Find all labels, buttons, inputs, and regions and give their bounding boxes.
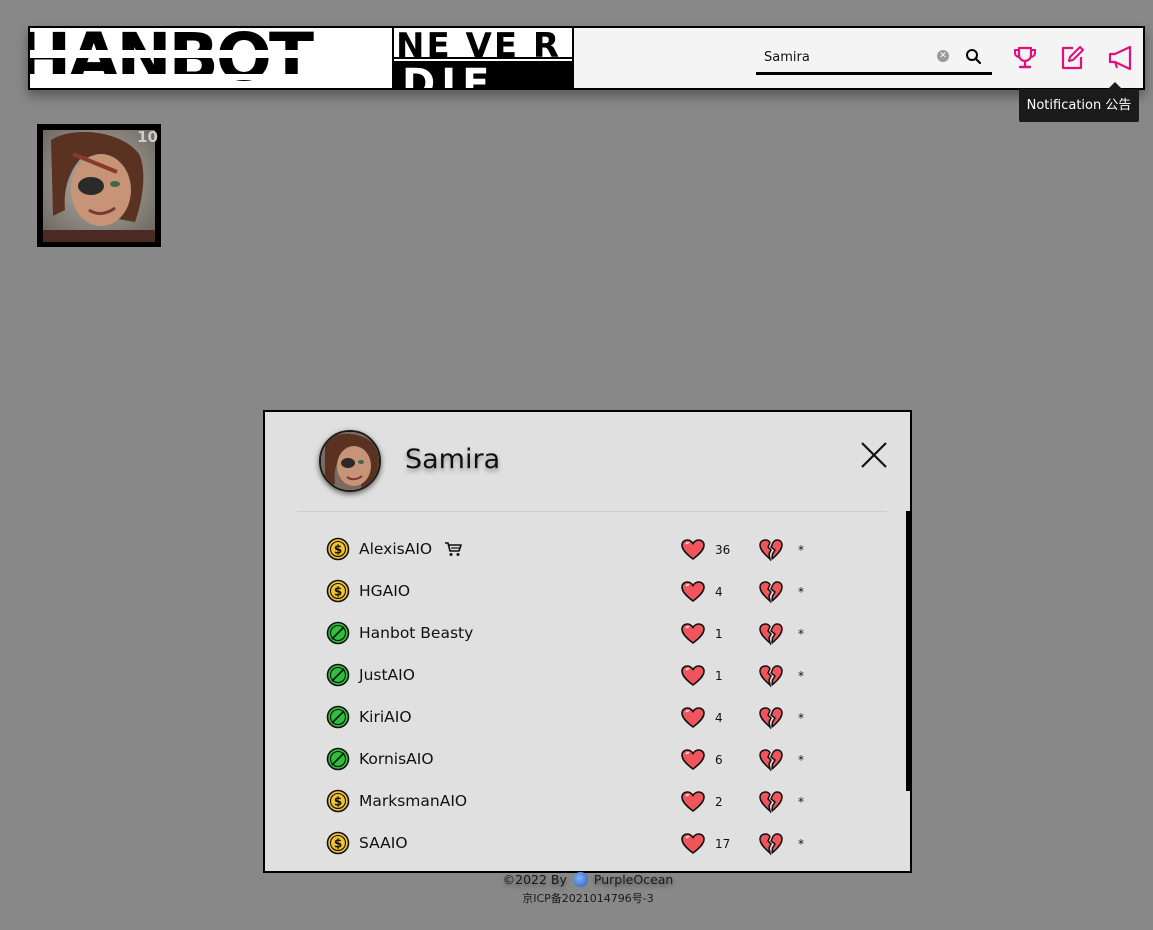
modal-scrollbar[interactable]	[906, 511, 911, 791]
free-coin-icon	[326, 747, 350, 771]
list-item[interactable]: $ AlexisAIO 36 *	[265, 529, 905, 571]
search-input[interactable]	[764, 46, 932, 68]
svg-text:$: $	[334, 543, 342, 557]
footer-icp[interactable]: 京ICP备2021014796号-3	[0, 891, 1153, 907]
footer-author[interactable]: PurpleOcean	[594, 872, 673, 887]
heart-icon[interactable]	[681, 833, 705, 854]
script-list: $ AlexisAIO 36 * $ HGAIO 4 * Hanbot Beasty 1 * Just…	[265, 529, 905, 865]
clear-icon[interactable]: ✕	[937, 50, 949, 62]
champion-modal: Samira $ AlexisAIO 36 * $ HGAIO 4 * Hanbot Beast…	[263, 410, 912, 873]
script-name[interactable]: KiriAIO	[359, 706, 412, 728]
edit-icon[interactable]	[1057, 43, 1087, 73]
free-coin-icon	[326, 663, 350, 687]
svg-text:$: $	[334, 585, 342, 599]
broken-heart-icon[interactable]	[758, 538, 784, 562]
paid-coin-icon: $	[326, 537, 350, 561]
like-count: 2	[715, 795, 723, 809]
broken-heart-icon[interactable]	[758, 622, 784, 646]
script-name[interactable]: KornisAIO	[359, 748, 434, 770]
like-count: 4	[715, 711, 723, 725]
paid-coin-icon: $	[326, 579, 350, 603]
search-icon[interactable]	[964, 47, 984, 67]
list-item[interactable]: $ HGAIO 4 *	[265, 571, 905, 613]
globe-icon	[572, 872, 588, 887]
logo-die-text: DIE	[402, 61, 496, 88]
heart-icon[interactable]	[681, 623, 705, 644]
broken-heart-icon[interactable]	[758, 664, 784, 688]
heart-icon[interactable]	[681, 791, 705, 812]
trophy-icon[interactable]	[1010, 43, 1040, 73]
dislike-count: *	[798, 795, 804, 809]
champion-tile-samira[interactable]: 10	[37, 124, 161, 247]
like-count: 4	[715, 585, 723, 599]
like-count: 17	[715, 837, 731, 851]
cart-icon[interactable]	[444, 541, 462, 557]
heart-icon[interactable]	[681, 539, 705, 560]
free-coin-icon	[326, 705, 350, 729]
champion-count-badge: 10	[137, 128, 158, 146]
paid-coin-icon: $	[326, 789, 350, 813]
modal-title: Samira	[405, 444, 501, 475]
dislike-count: *	[798, 837, 804, 851]
script-name[interactable]: HGAIO	[359, 580, 410, 602]
broken-heart-icon[interactable]	[758, 706, 784, 730]
broken-heart-icon[interactable]	[758, 580, 784, 604]
list-item[interactable]: KiriAIO 4 *	[265, 697, 905, 739]
dislike-count: *	[798, 627, 804, 641]
paid-coin-icon: $	[326, 831, 350, 855]
list-item[interactable]: Hanbot Beasty 1 *	[265, 613, 905, 655]
script-name[interactable]: MarksmanAIO	[359, 790, 467, 812]
list-item[interactable]: $ SAAIO 17 *	[265, 823, 905, 865]
close-icon[interactable]	[859, 440, 889, 470]
dislike-count: *	[798, 711, 804, 725]
script-name[interactable]: AlexisAIO	[359, 538, 432, 560]
megaphone-icon[interactable]	[1105, 43, 1135, 73]
footer-copyright: ©2022 By PurpleOcean	[502, 872, 674, 887]
svg-text:$: $	[334, 837, 342, 851]
modal-divider	[297, 511, 887, 512]
logo-never-text: NE VE R	[394, 28, 572, 59]
like-count: 36	[715, 543, 731, 557]
top-header: HANBOT NE VE R DIE ✕	[28, 26, 1145, 90]
dislike-count: *	[798, 585, 804, 599]
dislike-count: *	[798, 543, 804, 557]
champion-avatar	[319, 430, 381, 492]
dislike-count: *	[798, 669, 804, 683]
broken-heart-icon[interactable]	[758, 748, 784, 772]
heart-icon[interactable]	[681, 581, 705, 602]
like-count: 6	[715, 753, 723, 767]
script-name[interactable]: Hanbot Beasty	[359, 622, 473, 644]
search-box: ✕	[756, 42, 992, 75]
site-logo[interactable]: HANBOT NE VE R DIE	[30, 28, 574, 88]
like-count: 1	[715, 669, 723, 683]
svg-text:$: $	[334, 795, 342, 809]
heart-icon[interactable]	[681, 707, 705, 728]
script-name[interactable]: JustAIO	[359, 664, 415, 686]
heart-icon[interactable]	[681, 665, 705, 686]
dislike-count: *	[798, 753, 804, 767]
list-item[interactable]: $ MarksmanAIO 2 *	[265, 781, 905, 823]
logo-die-block: DIE	[394, 61, 572, 88]
list-item[interactable]: KornisAIO 6 *	[265, 739, 905, 781]
heart-icon[interactable]	[681, 749, 705, 770]
broken-heart-icon[interactable]	[758, 832, 784, 856]
champion-avatar-image	[321, 432, 379, 490]
logo-side: NE VE R DIE	[392, 28, 572, 88]
script-name[interactable]: SAAIO	[359, 832, 408, 854]
like-count: 1	[715, 627, 723, 641]
champion-portrait	[43, 130, 155, 242]
list-item[interactable]: JustAIO 1 *	[265, 655, 905, 697]
notification-tooltip: Notification 公告	[1019, 89, 1139, 122]
free-coin-icon	[326, 621, 350, 645]
broken-heart-icon[interactable]	[758, 790, 784, 814]
